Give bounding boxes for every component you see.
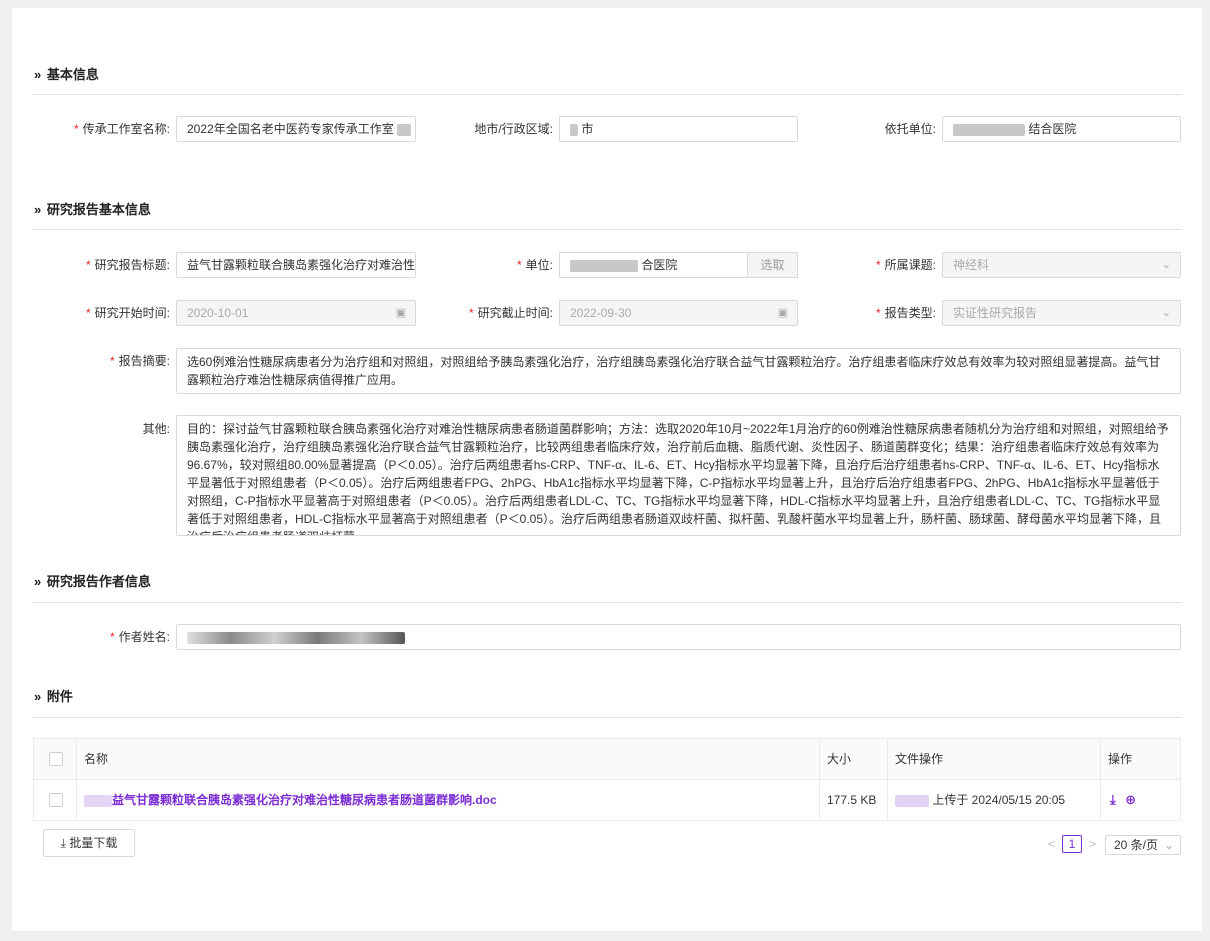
section-authors-title: » 研究报告作者信息 xyxy=(34,574,151,589)
table-row: 益气甘露颗粒联合胰岛素强化治疗对难治性糖尿病患者肠道菌群影响.doc 177.5… xyxy=(34,780,1180,820)
page-1-button[interactable]: 1 xyxy=(1062,835,1082,853)
header-file-ops: 文件操作 xyxy=(895,752,944,766)
header-name: 名称 xyxy=(84,752,109,766)
chevron-down-icon: ⌄ xyxy=(1163,838,1174,852)
report-type-select[interactable]: 实证性研究报告 ⌄ xyxy=(942,300,1181,326)
other-textarea[interactable]: 目的：探讨益气甘露颗粒联合胰岛素强化治疗对难治性糖尿病患者肠道菌群影响；方法：选… xyxy=(176,415,1181,536)
abstract-label: * 报告摘要: xyxy=(109,354,170,368)
row-checkbox[interactable] xyxy=(49,793,63,807)
page-size-select[interactable]: 20 条/页 ⌄ xyxy=(1105,835,1181,855)
region-label: 地市/行政区域: xyxy=(474,122,553,136)
abstract-textarea[interactable]: 选60例难治性糖尿病患者分为治疗组和对照组，对照组给予胰岛素强化治疗，治疗组胰岛… xyxy=(176,348,1181,394)
studio-name-label: * 传承工作室名称: xyxy=(73,122,170,136)
upload-info-cell: 上传于 2024/05/15 20:05 xyxy=(887,780,1065,820)
file-name-cell: 益气甘露颗粒联合胰岛素强化治疗对难治性糖尿病患者肠道菌群影响.doc xyxy=(76,780,497,820)
next-page-icon[interactable]: > xyxy=(1089,837,1096,851)
unit-label: * 单位: xyxy=(516,258,553,272)
divider xyxy=(32,717,1182,718)
zoom-in-icon[interactable]: ⊕ xyxy=(1125,792,1136,807)
other-label: 其他: xyxy=(142,422,170,436)
end-date-picker[interactable]: 2022-09-30 ▣ xyxy=(559,300,798,326)
header-ops: 操作 xyxy=(1108,752,1133,766)
report-title-input[interactable]: 益气甘露颗粒联合胰岛素强化治疗对难治性 xyxy=(176,252,416,278)
unit-input[interactable]: 合医院 xyxy=(559,252,748,278)
host-unit-input[interactable]: 结合医院 xyxy=(942,116,1181,142)
select-unit-button[interactable]: 选取 xyxy=(748,252,798,278)
section-report-title: » 研究报告基本信息 xyxy=(34,202,151,217)
author-name-label: * 作者姓名: xyxy=(109,630,170,644)
divider xyxy=(32,94,1182,95)
double-chevron-right-icon: » xyxy=(34,574,42,589)
header-size: 大小 xyxy=(827,752,852,766)
double-chevron-right-icon: » xyxy=(34,202,42,217)
prev-page-icon[interactable]: < xyxy=(1048,837,1055,851)
region-input[interactable]: 市 xyxy=(559,116,798,142)
topic-label: * 所属课题: xyxy=(875,258,936,272)
main-card: » 基本信息 * 传承工作室名称: 2022年全国名老中医药专家传承工作室 地市/… xyxy=(12,8,1202,931)
divider xyxy=(32,229,1182,230)
divider xyxy=(32,602,1182,603)
chevron-down-icon: ⌄ xyxy=(1161,259,1171,271)
start-date-label: * 研究开始时间: xyxy=(85,306,170,320)
select-all-checkbox[interactable] xyxy=(49,752,63,766)
table-header: 名称 大小 文件操作 操作 xyxy=(34,739,1180,780)
batch-download-button[interactable]: ⤓ 批量下载 xyxy=(43,829,135,857)
report-title-label: * 研究报告标题: xyxy=(85,258,170,272)
chevron-down-icon: ⌄ xyxy=(1161,307,1171,319)
file-size-cell: 177.5 KB xyxy=(827,793,877,807)
row-actions: ⤓ ⊕ xyxy=(1100,780,1136,820)
author-name-input[interactable] xyxy=(176,624,1181,650)
report-type-label: * 报告类型: xyxy=(875,306,936,320)
calendar-icon: ▣ xyxy=(777,307,788,319)
calendar-icon: ▣ xyxy=(395,307,406,319)
download-icon: ⤓ xyxy=(60,836,66,850)
host-unit-label: 依托单位: xyxy=(884,122,936,136)
double-chevron-right-icon: » xyxy=(34,689,42,704)
attachments-table: 名称 大小 文件操作 操作 益气甘露颗粒联合胰岛素强化治疗对难治性糖尿病患者肠道… xyxy=(33,738,1181,821)
studio-name-input[interactable]: 2022年全国名老中医药专家传承工作室 xyxy=(176,116,416,142)
start-date-picker[interactable]: 2020-10-01 ▣ xyxy=(176,300,416,326)
file-name-link[interactable]: 益气甘露颗粒联合胰岛素强化治疗对难治性糖尿病患者肠道菌群影响.doc xyxy=(112,793,497,807)
end-date-label: * 研究截止时间: xyxy=(468,306,553,320)
section-basic-title: » 基本信息 xyxy=(34,67,99,82)
double-chevron-right-icon: » xyxy=(34,67,42,82)
section-attachments-title: » 附件 xyxy=(34,689,73,704)
download-icon[interactable]: ⤓ xyxy=(1110,792,1116,807)
topic-select[interactable]: 神经科 ⌄ xyxy=(942,252,1181,278)
